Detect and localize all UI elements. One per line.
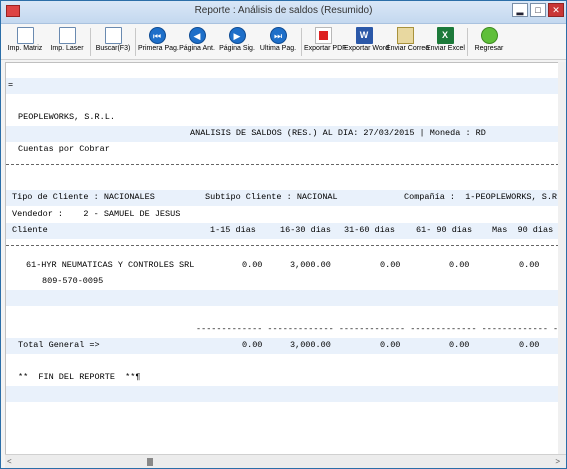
first-page-label: Primera Pag. [138, 45, 179, 52]
search-doc-icon [104, 27, 122, 44]
report-row [6, 386, 559, 402]
next-page-button[interactable]: ▶ Página Sig. [218, 24, 256, 59]
excel-icon: X [436, 27, 454, 44]
prev-page-button[interactable]: ◀ Página Ant. [178, 24, 216, 59]
maximize-button[interactable]: □ [530, 3, 546, 17]
buscar-button[interactable]: Buscar(F3) [94, 24, 132, 59]
next-page-icon: ▶ [228, 27, 246, 44]
first-page-button[interactable]: ⏮ Primera Pag. [138, 24, 179, 59]
report-row: Tipo de Cliente : NACIONALES Subtipo Cli… [6, 190, 559, 206]
total-val-3: 0.00 [380, 340, 401, 350]
report-row: ------------- ------------- ------------… [6, 322, 559, 338]
tipo-cliente: Tipo de Cliente : NACIONALES [12, 192, 155, 202]
total-val-1: 0.00 [242, 340, 263, 350]
last-page-button[interactable]: ⏭ Ultima Pag. [258, 24, 298, 59]
report-window: Reporte : Análisis de saldos (Resumido) … [0, 0, 567, 469]
scroll-right-arrow-icon[interactable]: > [555, 457, 560, 466]
imp-matriz-button[interactable]: Imp. Matriz [5, 24, 45, 59]
total-val-4: 0.00 [449, 340, 470, 350]
print-matrix-icon [16, 27, 34, 44]
report-row [6, 290, 559, 306]
last-page-icon: ⏭ [269, 27, 287, 44]
separator-line [6, 245, 559, 246]
report-row: = [6, 78, 559, 94]
column-header-row: Cliente 1-15 dias 16-30 dias 31-60 dias … [6, 223, 559, 239]
report-title: ANALISIS DE SALDOS (RES.) AL DIA: 27/03/… [190, 128, 486, 138]
client-name: 61-HYR NEUMATICAS Y CONTROLES SRL [26, 260, 195, 270]
col-16-30: 16-30 dias [280, 225, 332, 235]
next-page-label: Página Sig. [219, 45, 255, 52]
imp-laser-label: Imp. Laser [50, 45, 84, 52]
export-pdf-button[interactable]: Exportar PDF [304, 24, 347, 59]
send-mail-button[interactable]: Enviar Correo [386, 24, 430, 59]
col-1-15: 1-15 dias [210, 225, 256, 235]
report-row: PEOPLEWORKS, S.R.L. [6, 110, 559, 126]
back-button[interactable]: Regresar [471, 24, 507, 59]
close-button[interactable]: ✕ [548, 3, 564, 17]
horizontal-scrollbar[interactable]: < > [5, 454, 566, 468]
separator-line [6, 164, 559, 165]
print-laser-icon [58, 27, 76, 44]
scroll-thumb[interactable] [147, 458, 153, 466]
vendedor: Vendedor : 2 - SAMUEL DE JESUS [12, 209, 181, 219]
compania: Compañía : 1-PEOPLEWORKS, S.R. [404, 192, 560, 202]
prev-page-icon: ◀ [188, 27, 206, 44]
client-val-4: 0.00 [449, 260, 470, 270]
client-val-3: 0.00 [380, 260, 401, 270]
last-page-label: Ultima Pag. [259, 45, 297, 52]
table-row: 61-HYR NEUMATICAS Y CONTROLES SRL 0.00 3… [6, 258, 559, 274]
total-val-5: 0.00 [519, 340, 540, 350]
subtipo-cliente: Subtipo Cliente : NACIONAL [205, 192, 338, 202]
total-row: Total General => 0.00 3,000.00 0.00 0.00… [6, 338, 559, 354]
report-viewer[interactable]: = PEOPLEWORKS, S.R.L. ANALISIS DE SALDOS… [5, 62, 560, 456]
back-label: Regresar [474, 45, 504, 52]
vertical-scrollbar[interactable] [558, 62, 566, 454]
send-excel-label: Enviar Excel [426, 45, 465, 52]
total-label: Total General => [18, 340, 100, 350]
company-name: PEOPLEWORKS, S.R.L. [18, 112, 115, 122]
col-cliente: Cliente [12, 225, 48, 235]
title-bar: Reporte : Análisis de saldos (Resumido) … [1, 1, 566, 24]
word-icon: W [355, 27, 373, 44]
total-dash-row: ------------- ------------- ------------… [196, 324, 560, 334]
first-page-icon: ⏮ [148, 27, 166, 44]
send-mail-label: Enviar Correo [386, 45, 430, 52]
send-excel-button[interactable]: X Enviar Excel [426, 24, 465, 59]
client-val-1: 0.00 [242, 260, 263, 270]
table-row: 809-570-0095 [6, 274, 559, 290]
buscar-label: Buscar(F3) [95, 45, 131, 52]
report-footer: ** FIN DEL REPORTE **¶ [18, 372, 141, 382]
export-pdf-label: Exportar PDF [304, 45, 347, 52]
report-row: Cuentas por Cobrar [6, 142, 559, 158]
mail-icon [396, 27, 414, 44]
col-61-90: 61- 90 dias [416, 225, 473, 235]
report-row: Vendedor : 2 - SAMUEL DE JESUS [6, 207, 559, 223]
imp-laser-button[interactable]: Imp. Laser [48, 24, 86, 59]
prev-page-label: Página Ant. [179, 45, 215, 52]
client-val-2: 3,000.00 [290, 260, 331, 270]
section-title: Cuentas por Cobrar [18, 144, 110, 154]
toolbar: Imp. Matriz Imp. Laser Buscar(F3) ⏮ Prim… [1, 24, 566, 60]
report-row: ** FIN DEL REPORTE **¶ [6, 370, 559, 386]
imp-matriz-label: Imp. Matriz [7, 45, 43, 52]
client-phone: 809-570-0095 [42, 276, 104, 286]
back-icon [480, 27, 498, 44]
export-word-button[interactable]: W Exportar Word [344, 24, 389, 59]
pdf-icon [314, 27, 332, 44]
client-val-5: 0.00 [519, 260, 540, 270]
col-31-60: 31-60 dias [344, 225, 396, 235]
export-word-label: Exportar Word [344, 45, 389, 52]
report-row: ANALISIS DE SALDOS (RES.) AL DIA: 27/03/… [6, 126, 559, 142]
window-title: Reporte : Análisis de saldos (Resumido) [194, 5, 373, 16]
total-val-2: 3,000.00 [290, 340, 331, 350]
minimize-button[interactable]: ▂ [512, 3, 528, 17]
col-mas-90: Mas 90 dias [492, 225, 554, 235]
row-marker: = [8, 80, 14, 90]
scroll-left-arrow-icon[interactable]: < [7, 457, 12, 466]
